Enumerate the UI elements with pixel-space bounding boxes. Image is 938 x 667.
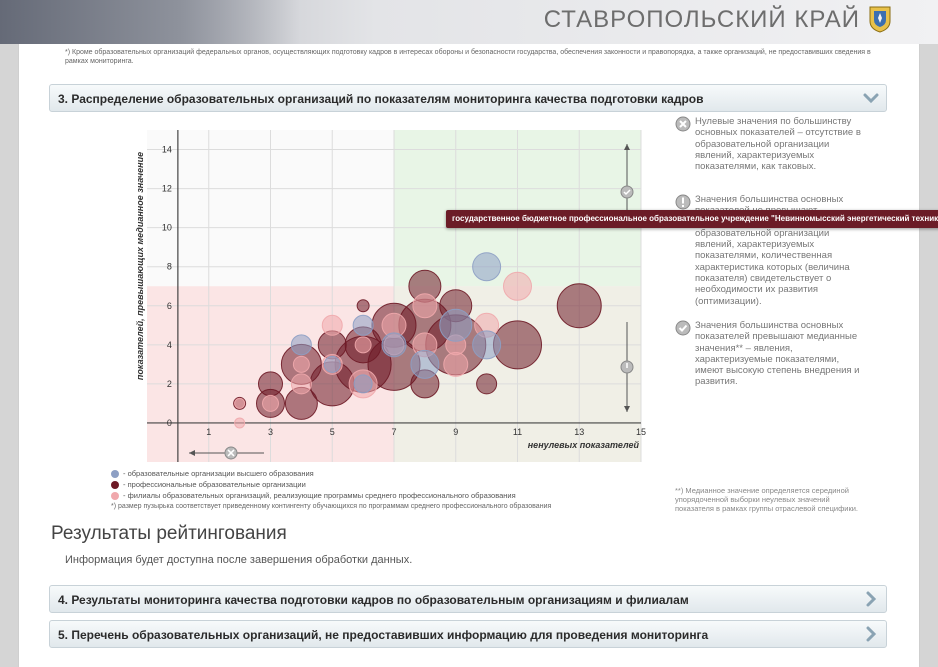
y-tick-label: 12 (162, 184, 172, 194)
bubble-prof (258, 371, 283, 397)
y-tick-label: 2 (167, 379, 172, 389)
region-title: СТАВРОПОЛЬСКИЙ КРАЙ (543, 6, 860, 33)
legend-dot-prof (111, 480, 119, 489)
bubble-branch (354, 336, 372, 354)
y-tick-label: 6 (167, 301, 172, 311)
section-4-header[interactable]: 4. Результаты мониторинга качества подго… (49, 585, 887, 613)
y-tick-label: 4 (167, 340, 172, 350)
x-axis-label: ненулевых показателей (528, 440, 640, 450)
y-tick-label: 8 (167, 262, 172, 272)
bubble-branch (321, 314, 343, 336)
coat-of-arms-icon (869, 6, 891, 33)
section-4-title: 4. Результаты мониторинга качества подго… (58, 593, 689, 607)
section-3-title: 3. Распределение образовательных организ… (58, 92, 704, 106)
x-tick-label: 5 (330, 427, 335, 437)
section-3-header[interactable]: 3. Распределение образовательных организ… (49, 84, 887, 112)
legend-size-note: *) размер пузырька соответствует приведе… (111, 503, 552, 510)
y-tick-label: 10 (162, 223, 172, 233)
legend-item-higher: - образовательные организации высшего об… (111, 468, 631, 479)
section-5-title: 5. Перечень образовательных организаций,… (58, 628, 709, 642)
bubble-higher (352, 314, 374, 336)
median-note: **) Медианное значение определяется сере… (675, 486, 858, 513)
results-text: Информация будет доступна после завершен… (65, 554, 413, 566)
bubble-higher (353, 374, 373, 394)
bubble-prof (356, 299, 370, 313)
x-tick-label: 15 (636, 427, 646, 437)
bubble-branch (292, 355, 310, 373)
bubble-chart: 1 3 5 7 9 11 13 15 0 2 4 6 8 10 12 14 ненулевых показате… (49, 112, 889, 522)
bubble-higher (439, 308, 473, 342)
main-content: *) Кроме образовательных организаций фед… (18, 44, 920, 667)
chevron-right-icon[interactable] (862, 590, 880, 608)
x-tick-label: 9 (453, 427, 458, 437)
note-zero: Нулевые значения по большинству основных… (675, 116, 865, 172)
legend-dot-higher (111, 469, 119, 478)
section-5-header[interactable]: 5. Перечень образовательных организаций,… (49, 620, 887, 648)
bubble-higher (323, 355, 341, 373)
footnote-top: *) Кроме образовательных организаций фед… (65, 49, 871, 65)
note-zero-text: Нулевые значения по большинству основных… (695, 116, 861, 173)
bubble-branch (262, 394, 279, 412)
x-tick-label: 13 (574, 427, 584, 437)
x-tick-label: 1 (206, 427, 211, 437)
legend-label-branch: - филиалы образовательных организаций, р… (123, 491, 516, 500)
x-tick-label: 3 (268, 427, 273, 437)
site-header: СТАВРОПОЛЬСКИЙ КРАЙ (0, 0, 938, 44)
chevron-down-icon[interactable] (862, 89, 880, 107)
exclamation-circle-icon (675, 194, 691, 210)
chart-legend: - образовательные организации высшего об… (111, 468, 631, 512)
bubble-higher (290, 334, 312, 356)
bubble-prof (476, 373, 498, 395)
bubble-branch (234, 417, 246, 429)
y-tick-label: 0 (167, 418, 172, 428)
bubble-tooltip: государственное бюджетное профессиональн… (446, 210, 938, 228)
bubble-branch (443, 351, 469, 377)
bubble-higher (381, 332, 407, 358)
x-tick-label: 11 (513, 427, 522, 437)
note-above-text: Значения большинства основных показателе… (695, 320, 860, 388)
chart-svg: 1 3 5 7 9 11 13 1502468101214ненулевых показате… (135, 130, 646, 462)
bubble-higher (472, 252, 502, 282)
results-title: Результаты рейтингования (51, 523, 287, 544)
legend-label-higher: - образовательные организации высшего об… (123, 469, 314, 478)
check-circle-icon (675, 320, 691, 336)
y-axis-label: показателей, превышающих медианное значе… (135, 152, 145, 380)
y-tick-label: 14 (162, 145, 172, 155)
bubble-prof (556, 283, 602, 329)
bubble-higher (472, 330, 502, 360)
legend-label-prof: - профессиональные образовательные орган… (123, 480, 306, 489)
bubble-branch (290, 373, 312, 395)
bubble-higher (410, 349, 440, 379)
legend-dot-branch (111, 491, 119, 500)
legend-item-prof: - профессиональные образовательные орган… (111, 479, 631, 490)
x-tick-label: 7 (391, 427, 396, 437)
header-stripe (0, 0, 300, 44)
bubble-branch (503, 271, 532, 301)
legend-item-branch: - филиалы образовательных организаций, р… (111, 490, 631, 501)
cross-circle-icon (675, 116, 691, 132)
bubble-branch (234, 397, 246, 409)
bubble-branch (412, 293, 438, 319)
chevron-right-icon[interactable] (862, 625, 880, 643)
note-above: Значения большинства основных показателе… (675, 320, 865, 388)
